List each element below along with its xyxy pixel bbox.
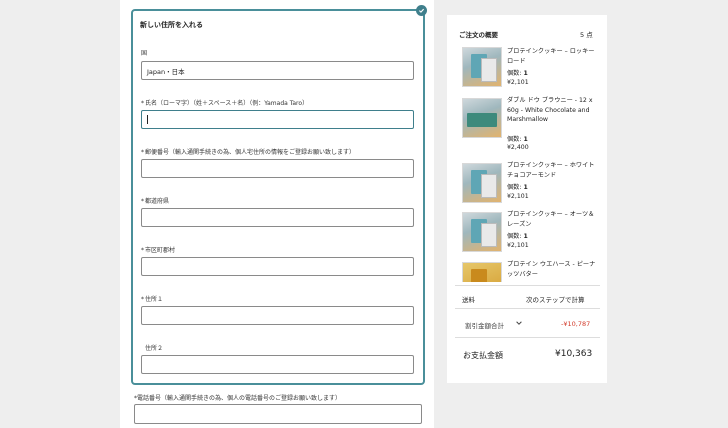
product-qty: 個数: 1	[507, 70, 528, 77]
discount-value: -¥10,787	[561, 320, 591, 328]
product-qty: 個数: 1	[507, 233, 528, 240]
prefecture-input[interactable]	[141, 208, 414, 227]
product-name: プロテイン ウエハース - ピーナッツバター	[507, 261, 596, 278]
product-image	[462, 47, 502, 87]
name-input[interactable]	[141, 110, 414, 129]
product-image	[462, 98, 502, 138]
shipping-label: 送料	[462, 296, 475, 304]
summary-divider	[455, 308, 600, 309]
product-price: ¥2,101	[507, 193, 529, 200]
address1-label: *住所１	[141, 296, 164, 303]
product-name: プロテインクッキー – ロッキーロード	[507, 48, 595, 65]
item-count: 5 点	[580, 31, 593, 39]
product-image	[462, 262, 502, 282]
zip-label: *郵便番号（輸入通関手続きの為、個人宅住所の情報をご登録お願い致します）	[141, 149, 356, 156]
summary-divider	[455, 337, 600, 338]
country-select[interactable]: Japan・日本	[141, 61, 414, 80]
zip-input[interactable]	[141, 159, 414, 178]
phone-input[interactable]	[134, 404, 422, 424]
order-summary-title: ご注文の概要	[459, 31, 498, 39]
country-value: Japan・日本	[147, 67, 185, 76]
discount-toggle-label[interactable]: 割引金額合計	[465, 320, 504, 330]
city-label: *市区町郡村	[141, 247, 176, 254]
country-label: 国	[141, 50, 148, 57]
product-name: プロテインクッキー – オーツ＆レーズン	[507, 211, 595, 228]
total-value: ¥10,363	[555, 349, 593, 359]
text-caret	[147, 115, 148, 124]
product-name: ダブル ドウ ブラウニー - 12 x 60g - White Chocolat…	[507, 97, 593, 123]
new-address-title: 新しい住所を入れる	[140, 21, 203, 29]
summary-divider	[455, 285, 600, 286]
product-price: ¥2,101	[507, 242, 529, 249]
product-price: ¥2,101	[507, 79, 529, 86]
order-items-list[interactable]: プロテインクッキー – ロッキーロード 個数: 1 ¥2,101 ダブル ドウ …	[447, 40, 607, 282]
name-label: *氏名（ローマ字）（姓＋スペース＋名）（例：Yamada Taro）	[141, 100, 309, 107]
product-image	[462, 163, 502, 203]
shipping-value: 次のステップで計算	[526, 296, 585, 304]
phone-label: *電話番号（輸入通関手続きの為、個人の電話番号のご登録お願い致します）	[134, 395, 342, 402]
address2-input[interactable]	[141, 355, 414, 374]
address2-label: 住所２	[145, 345, 164, 352]
address1-input[interactable]	[141, 306, 414, 325]
chevron-down-icon[interactable]	[515, 319, 523, 327]
product-qty: 個数: 1	[507, 136, 528, 143]
prefecture-label: *都道府県	[141, 198, 170, 205]
product-qty: 個数: 1	[507, 184, 528, 191]
product-image	[462, 212, 502, 252]
product-name: プロテインクッキー – ホワイトチョコアーモンド	[507, 162, 595, 179]
product-price: ¥2,400	[507, 144, 529, 151]
total-label: お支払金額	[463, 351, 503, 360]
selected-check-icon	[416, 5, 427, 16]
city-input[interactable]	[141, 257, 414, 276]
